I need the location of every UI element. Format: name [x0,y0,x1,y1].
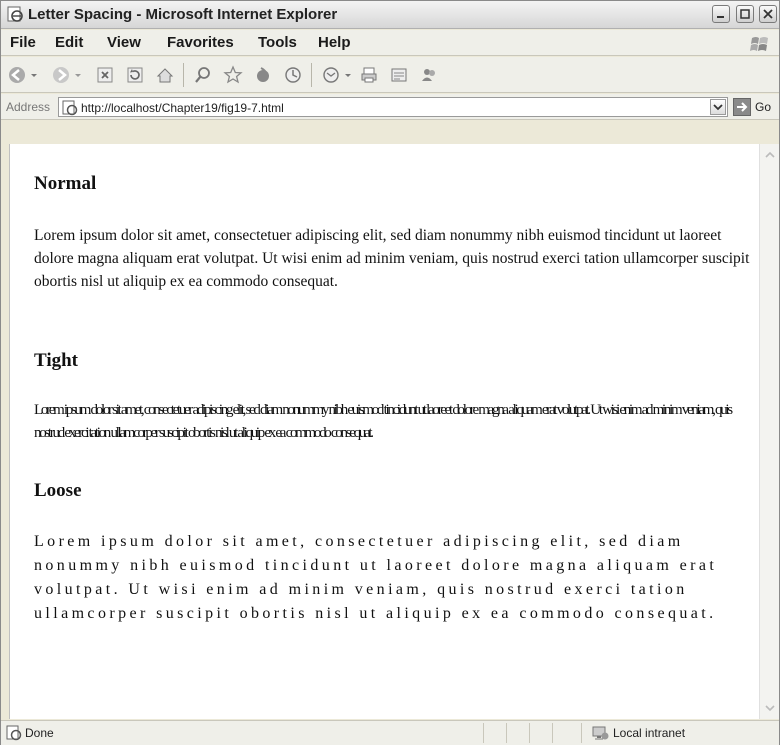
messenger-icon[interactable] [419,65,439,85]
window-title: Letter Spacing - Microsoft Internet Expl… [28,6,338,23]
browser-window: Letter Spacing - Microsoft Internet Expl… [0,0,780,745]
menu-view[interactable]: View [107,34,141,51]
status-pane-divider [552,723,553,743]
vertical-scrollbar[interactable] [759,144,779,719]
menu-tools[interactable]: Tools [258,34,297,51]
address-label: Address [6,100,51,114]
status-pane-divider [506,723,507,743]
page-viewport[interactable]: Normal Lorem ipsum dolor sit amet, conse… [9,144,759,719]
stop-icon[interactable] [95,65,115,85]
local-intranet-icon [591,725,609,745]
paragraph-tight: Lorem ipsum dolor sit amet, consectetuer… [34,402,733,441]
heading-loose: Loose [34,480,82,501]
menu-file[interactable]: File [10,34,36,51]
paragraph-loose: Lorem ipsum dolor sit amet, consectetuer… [34,533,718,622]
media-icon[interactable] [253,65,273,85]
back-icon[interactable] [7,65,27,85]
address-dropdown-icon[interactable] [710,99,726,115]
menu-favorites[interactable]: Favorites [167,34,234,51]
menu-edit[interactable]: Edit [55,34,83,51]
status-pane-divider [581,723,582,743]
forward-icon[interactable] [51,65,71,85]
address-bar: Address http://localhost/Chapter19/fig19… [1,94,779,120]
minimize-button[interactable] [712,5,731,23]
status-pane-divider [529,723,530,743]
maximize-button[interactable] [735,5,754,23]
back-dropdown-icon[interactable] [29,65,39,85]
toolbar-separator [311,63,312,87]
go-button[interactable]: Go [755,100,771,114]
mail-dropdown-icon[interactable] [343,65,353,85]
page-icon [62,100,78,121]
paragraph-normal: Lorem ipsum dolor sit amet, consectetuer… [34,227,750,290]
window-controls [711,5,777,23]
status-bar: Done Local intranet [1,720,779,745]
close-button[interactable] [759,5,777,23]
windows-flag-icon [749,32,771,59]
scroll-down-icon[interactable] [763,701,777,715]
status-text: Done [25,726,54,740]
forward-dropdown-icon[interactable] [73,65,83,85]
menu-help[interactable]: Help [318,34,351,51]
history-icon[interactable] [283,65,303,85]
go-arrow-icon[interactable] [733,98,751,116]
heading-normal: Normal [34,173,97,194]
search-icon[interactable] [193,65,213,85]
status-pane-divider [483,723,484,743]
refresh-icon[interactable] [125,65,145,85]
home-icon[interactable] [155,65,175,85]
page-done-icon [6,725,22,745]
print-icon[interactable] [359,65,379,85]
standard-toolbar [1,57,779,93]
address-input[interactable]: http://localhost/Chapter19/fig19-7.html [58,97,728,117]
address-url: http://localhost/Chapter19/fig19-7.html [81,101,284,115]
ie-page-icon [7,6,23,22]
toolbar-separator [183,63,184,87]
heading-tight: Tight [34,350,79,371]
mail-icon[interactable] [321,65,341,85]
scroll-up-icon[interactable] [763,148,777,162]
menu-bar: File Edit View Favorites Tools Help [1,30,779,56]
edit-icon[interactable] [389,65,409,85]
favorites-icon[interactable] [223,65,243,85]
title-bar[interactable]: Letter Spacing - Microsoft Internet Expl… [1,1,779,29]
security-zone: Local intranet [613,726,686,740]
